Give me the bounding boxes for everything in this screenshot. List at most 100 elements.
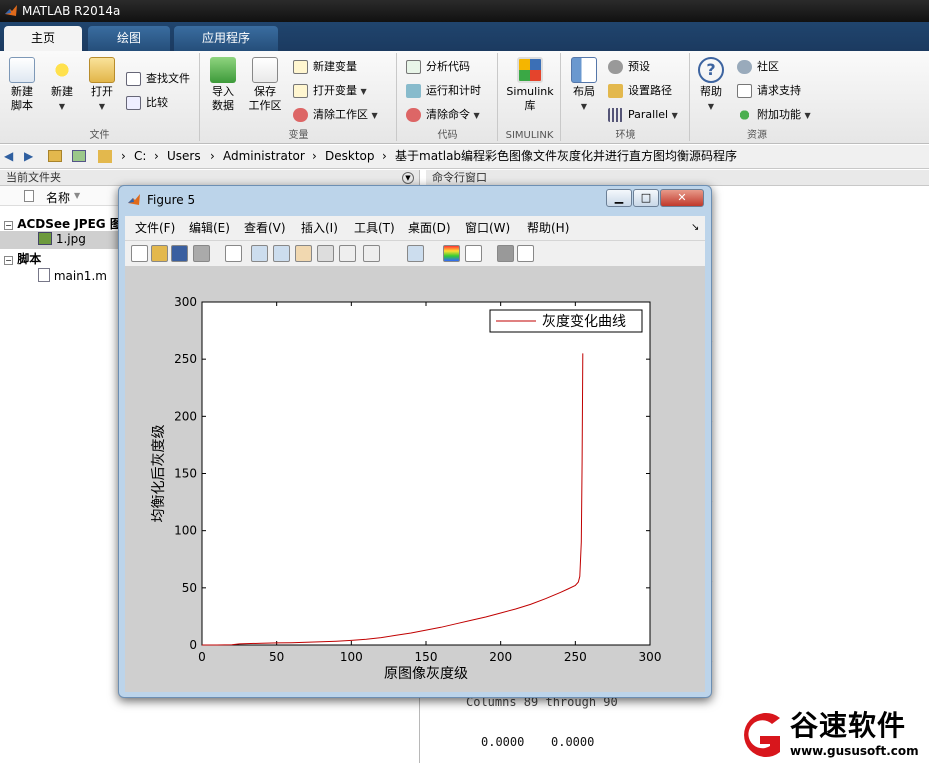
group-label-simulink: SIMULINK <box>505 130 554 141</box>
preferences-button[interactable]: 预设 <box>608 57 650 77</box>
ribbon: 新建 脚本 新建 ▼ 打开 ▼ 查找文件 比较 文件 导入 数据 保存 工作区 新建变量 … <box>0 51 929 144</box>
minimize-button[interactable]: ▁ <box>606 189 632 207</box>
analyze-code-button[interactable]: 分析代码 <box>406 57 470 77</box>
menu-desktop[interactable]: 桌面(D) <box>408 216 451 240</box>
community-icon <box>737 60 752 74</box>
figure-title: Figure 5 <box>147 193 196 207</box>
back-icon[interactable]: ◀ <box>4 145 13 168</box>
output-cell: 0.0000 <box>551 735 595 749</box>
gususoft-logo-icon <box>744 713 780 757</box>
x-tick-label: 200 <box>489 650 512 664</box>
figure-title-bar[interactable]: Figure 5 ▁ □ ✕ <box>119 186 711 214</box>
breadcrumb-sep-icon: › <box>121 149 126 163</box>
menu-tools[interactable]: 工具(T) <box>354 216 395 240</box>
menu-view[interactable]: 查看(V) <box>244 216 286 240</box>
pan-icon[interactable] <box>295 245 312 262</box>
breadcrumb-c[interactable]: C: <box>134 145 146 168</box>
addons-button[interactable]: 附加功能 ▼ <box>737 105 811 125</box>
save-icon[interactable] <box>171 245 188 262</box>
breadcrumb-administrator[interactable]: Administrator <box>223 145 305 168</box>
group-label-code: 代码 <box>437 130 458 141</box>
link-icon[interactable] <box>407 245 424 262</box>
panel-menu-chevron-icon[interactable]: ▼ <box>402 172 414 184</box>
new-variable-button[interactable]: 新建变量 <box>293 57 357 77</box>
simulink-library-button[interactable]: Simulink 库 <box>503 57 557 113</box>
clear-workspace-button[interactable]: 清除工作区 ▼ <box>293 105 378 125</box>
analyze-code-icon <box>406 60 421 74</box>
open-variable-icon <box>293 84 308 98</box>
menu-insert[interactable]: 插入(I) <box>301 216 338 240</box>
help-button[interactable]: ? 帮助 ▼ <box>695 57 727 114</box>
new-variable-icon <box>293 60 308 74</box>
parallel-button[interactable]: Parallel ▼ <box>608 105 678 125</box>
app-title: MATLAB R2014a <box>22 4 121 18</box>
new-figure-icon[interactable] <box>131 245 148 262</box>
tab-plots[interactable]: 绘图 <box>88 26 170 51</box>
open-icon[interactable] <box>151 245 168 262</box>
list-item-main1m[interactable]: main1.m <box>38 268 107 283</box>
up-folder-icon[interactable] <box>48 150 62 162</box>
addons-icon <box>737 108 752 122</box>
legend-icon[interactable] <box>465 245 482 262</box>
breadcrumb-desktop[interactable]: Desktop <box>325 145 375 168</box>
menu-dock-icon[interactable]: ↘ <box>691 216 699 240</box>
file-icon <box>24 190 34 202</box>
colorbar-icon[interactable] <box>443 245 460 262</box>
run-and-time-button[interactable]: 运行和计时 <box>406 81 481 101</box>
matlab-logo-icon <box>128 194 140 205</box>
request-support-icon <box>737 84 752 98</box>
set-path-button[interactable]: 设置路径 <box>608 81 672 101</box>
folder-icon <box>98 150 112 163</box>
open-variable-button[interactable]: 打开变量 ▼ <box>293 81 367 101</box>
request-support-button[interactable]: 请求支持 <box>737 81 801 101</box>
menu-help[interactable]: 帮助(H) <box>527 216 569 240</box>
folder-icon <box>89 57 115 83</box>
menu-edit[interactable]: 编辑(E) <box>189 216 230 240</box>
clear-commands-button[interactable]: 清除命令 ▼ <box>406 105 480 125</box>
compare-button[interactable]: 比较 <box>126 93 168 113</box>
pointer-icon[interactable] <box>225 245 242 262</box>
forward-icon[interactable]: ▶ <box>24 145 33 168</box>
tab-apps[interactable]: 应用程序 <box>174 26 278 51</box>
new-button[interactable]: 新建 ▼ <box>46 57 78 114</box>
parallel-icon <box>608 108 623 122</box>
import-data-button[interactable]: 导入 数据 <box>207 57 239 113</box>
collapse-icon[interactable]: − <box>4 256 13 265</box>
zoom-out-icon[interactable] <box>273 245 290 262</box>
breadcrumb-users[interactable]: Users <box>167 145 201 168</box>
rotate-icon[interactable] <box>317 245 334 262</box>
community-button[interactable]: 社区 <box>737 57 779 77</box>
compare-icon <box>126 96 141 110</box>
group-scripts[interactable]: − 脚本 <box>4 250 41 267</box>
figure-window[interactable]: Figure 5 ▁ □ ✕ 文件(F) 编辑(E) 查看(V) 插入(I) 工… <box>118 185 712 698</box>
find-files-button[interactable]: 查找文件 <box>126 69 190 89</box>
clear-workspace-icon <box>293 108 308 122</box>
show-tools-icon[interactable] <box>517 245 534 262</box>
open-button[interactable]: 打开 ▼ <box>86 57 118 114</box>
data-cursor-icon[interactable] <box>339 245 356 262</box>
save-workspace-icon <box>252 57 278 83</box>
x-tick-label: 100 <box>340 650 363 664</box>
tab-home[interactable]: 主页 <box>4 26 82 51</box>
browse-folder-icon[interactable] <box>72 150 86 162</box>
breadcrumb-project-folder[interactable]: 基于matlab编程彩色图像文件灰度化并进行直方图均衡源码程序 <box>395 145 737 168</box>
brush-icon[interactable] <box>363 245 380 262</box>
group-acdsee-jpeg[interactable]: − ACDSee JPEG 图 <box>4 215 122 232</box>
maximize-button[interactable]: □ <box>633 189 659 207</box>
layout-icon <box>571 57 597 83</box>
hide-tools-icon[interactable] <box>497 245 514 262</box>
menu-file[interactable]: 文件(F) <box>135 216 175 240</box>
zoom-in-icon[interactable] <box>251 245 268 262</box>
ribbon-group-file: 新建 脚本 新建 ▼ 打开 ▼ 查找文件 比较 文件 <box>0 53 200 141</box>
list-item-1jpg[interactable]: 1.jpg <box>38 232 86 246</box>
layout-button[interactable]: 布局 ▼ <box>566 57 602 114</box>
new-script-button[interactable]: 新建 脚本 <box>6 57 38 113</box>
close-button[interactable]: ✕ <box>660 189 704 207</box>
print-icon[interactable] <box>193 245 210 262</box>
collapse-icon[interactable]: − <box>4 221 13 230</box>
import-icon <box>210 57 236 83</box>
ribbon-group-environment: 布局 ▼ 预设 设置路径 Parallel ▼ 环境 <box>562 53 690 141</box>
sort-down-icon: ▼ <box>74 191 81 200</box>
save-workspace-button[interactable]: 保存 工作区 <box>245 57 285 113</box>
menu-window[interactable]: 窗口(W) <box>465 216 510 240</box>
